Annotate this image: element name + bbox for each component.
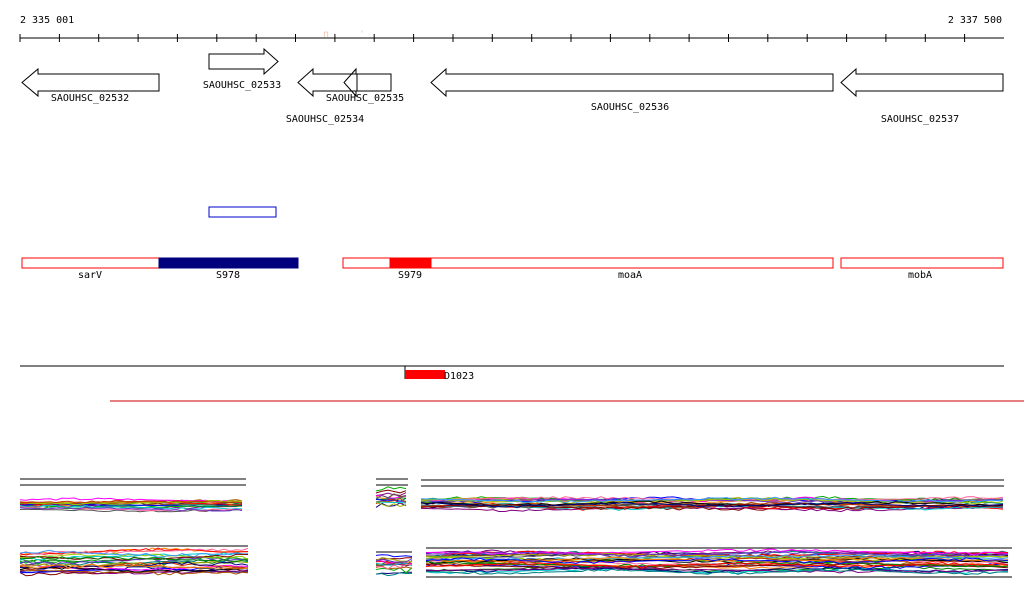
feature-label-moaa: moaA — [618, 270, 642, 281]
feature-d1023[interactable] — [405, 370, 445, 379]
faint-mark: n — [323, 29, 329, 40]
trace-line — [375, 486, 407, 492]
trace-bundle-lower-mid — [375, 554, 413, 577]
gene-label: SAOUHSC_02535 — [326, 93, 404, 104]
gene-track: SAOUHSC_02532 SAOUHSC_02533 SAOUHSC_0253… — [21, 47, 1004, 125]
annotation-track: sarV S978 S979 moaA mobA — [21, 257, 1004, 281]
small-feature-box[interactable] — [208, 206, 277, 218]
trace-bundle-lower-left — [19, 547, 249, 577]
feature-s978[interactable] — [158, 257, 299, 269]
gene-arrow-shape[interactable] — [208, 47, 279, 76]
gene-label: SAOUHSC_02537 — [881, 114, 959, 125]
gene-arrow-shape[interactable] — [840, 67, 1004, 98]
gene-arrow-shape[interactable] — [297, 67, 358, 98]
feature-label-d1023: D1023 — [444, 371, 474, 382]
gene-arrow-saouhsc-02532[interactable]: SAOUHSC_02532 — [21, 67, 160, 104]
coordinate-axis: 2 335 001 2 337 500 n ' — [19, 15, 1004, 42]
trace-bundle-lower-right — [425, 548, 1009, 576]
axis-start-label: 2 335 001 — [20, 15, 74, 26]
gene-label: SAOUHSC_02532 — [51, 93, 129, 104]
feature-label-sarv: sarV — [78, 270, 102, 281]
trace-bundle-upper-mid — [375, 486, 407, 508]
gene-label: SAOUHSC_02534 — [286, 114, 364, 125]
gene-label: SAOUHSC_02533 — [203, 80, 281, 91]
faint-mark: ' — [359, 29, 365, 40]
trace-bundle-upper-left — [19, 497, 243, 513]
gene-arrow-saouhsc-02537[interactable]: SAOUHSC_02537 — [840, 67, 1004, 125]
feature-moba[interactable] — [840, 257, 1004, 269]
d1023-track: D1023 — [20, 365, 1004, 382]
feature-s979[interactable] — [389, 257, 432, 269]
gene-arrow-shape[interactable] — [430, 67, 834, 98]
feature-sarv[interactable] — [21, 257, 160, 269]
feature-label-s979: S979 — [398, 270, 422, 281]
expression-traces — [19, 478, 1012, 578]
gene-label: SAOUHSC_02536 — [591, 102, 669, 113]
trace-line — [375, 501, 407, 504]
trace-line — [375, 554, 413, 558]
trace-bundle-upper-right — [420, 495, 1004, 513]
genome-browser-canvas: 2 335 001 2 337 500 n ' SAOUHSC_02532 SA… — [19, 15, 1024, 578]
gene-arrow-saouhsc-02536[interactable]: SAOUHSC_02536 — [430, 67, 834, 113]
gene-arrow-saouhsc-02533[interactable]: SAOUHSC_02533 — [203, 47, 281, 91]
gene-arrow-shape[interactable] — [21, 67, 160, 98]
feature-label-s978: S978 — [216, 270, 240, 281]
feature-label-moba: mobA — [908, 270, 932, 281]
trace-line — [375, 489, 407, 494]
axis-end-label: 2 337 500 — [948, 15, 1002, 26]
